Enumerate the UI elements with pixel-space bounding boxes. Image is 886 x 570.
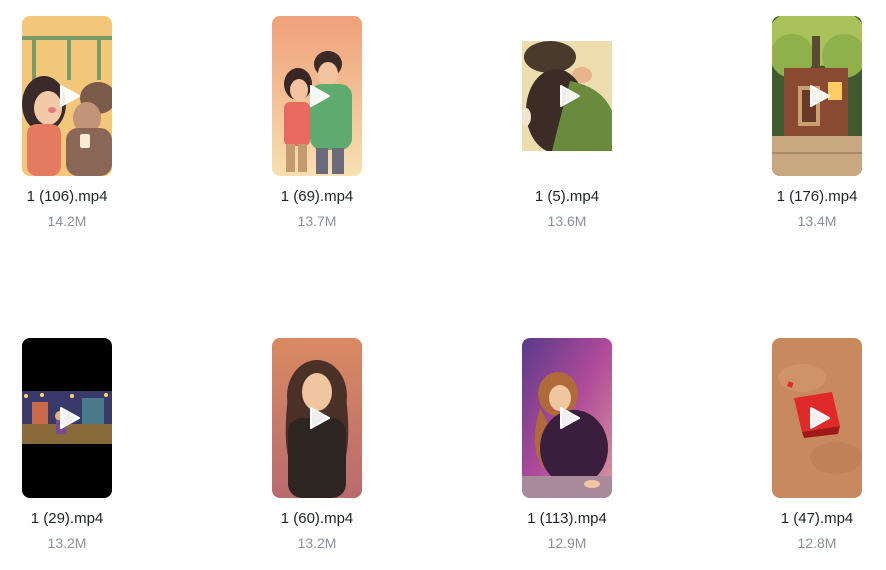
video-file-tile[interactable]: 1 (60).mp4 13.2M [257, 338, 377, 568]
file-size: 13.2M [297, 535, 337, 551]
file-size: 13.7M [297, 213, 337, 229]
video-file-tile[interactable]: 1 (69).mp4 13.7M [257, 16, 377, 246]
video-thumbnail[interactable] [272, 16, 362, 176]
video-thumbnail[interactable] [22, 338, 112, 498]
play-icon [59, 84, 81, 108]
file-name[interactable]: 1 (106).mp4 [0, 188, 147, 205]
file-size: 14.2M [47, 213, 87, 229]
file-name[interactable]: 1 (29).mp4 [0, 510, 147, 527]
video-file-grid: 1 (106).mp4 14.2M 1 (69).mp4 13.7M 1 (5)… [0, 0, 886, 570]
file-name[interactable]: 1 (60).mp4 [237, 510, 397, 527]
file-name[interactable]: 1 (69).mp4 [237, 188, 397, 205]
play-icon [59, 406, 81, 430]
file-size: 12.9M [547, 535, 587, 551]
file-name[interactable]: 1 (47).mp4 [737, 510, 886, 527]
video-file-tile[interactable]: 1 (29).mp4 13.2M [7, 338, 127, 568]
play-icon [809, 406, 831, 430]
file-name[interactable]: 1 (176).mp4 [737, 188, 886, 205]
play-icon [309, 84, 331, 108]
file-name[interactable]: 1 (113).mp4 [487, 510, 647, 527]
video-file-tile[interactable]: 1 (5).mp4 13.6M [507, 16, 627, 246]
file-size: 13.4M [797, 213, 837, 229]
video-thumbnail[interactable] [772, 338, 862, 498]
video-file-tile[interactable]: 1 (106).mp4 14.2M [7, 16, 127, 246]
video-file-tile[interactable]: 1 (176).mp4 13.4M [757, 16, 877, 246]
video-thumbnail[interactable] [772, 16, 862, 176]
file-size: 13.2M [47, 535, 87, 551]
play-icon [309, 406, 331, 430]
video-thumbnail[interactable] [522, 41, 612, 151]
video-file-tile[interactable]: 1 (47).mp4 12.8M [757, 338, 877, 568]
video-thumbnail[interactable] [272, 338, 362, 498]
play-icon [559, 406, 581, 430]
file-size: 12.8M [797, 535, 837, 551]
play-icon [559, 84, 581, 108]
file-name[interactable]: 1 (5).mp4 [487, 188, 647, 205]
file-size: 13.6M [547, 213, 587, 229]
video-file-tile[interactable]: 1 (113).mp4 12.9M [507, 338, 627, 568]
video-thumbnail[interactable] [22, 16, 112, 176]
video-thumbnail[interactable] [522, 338, 612, 498]
play-icon [809, 84, 831, 108]
